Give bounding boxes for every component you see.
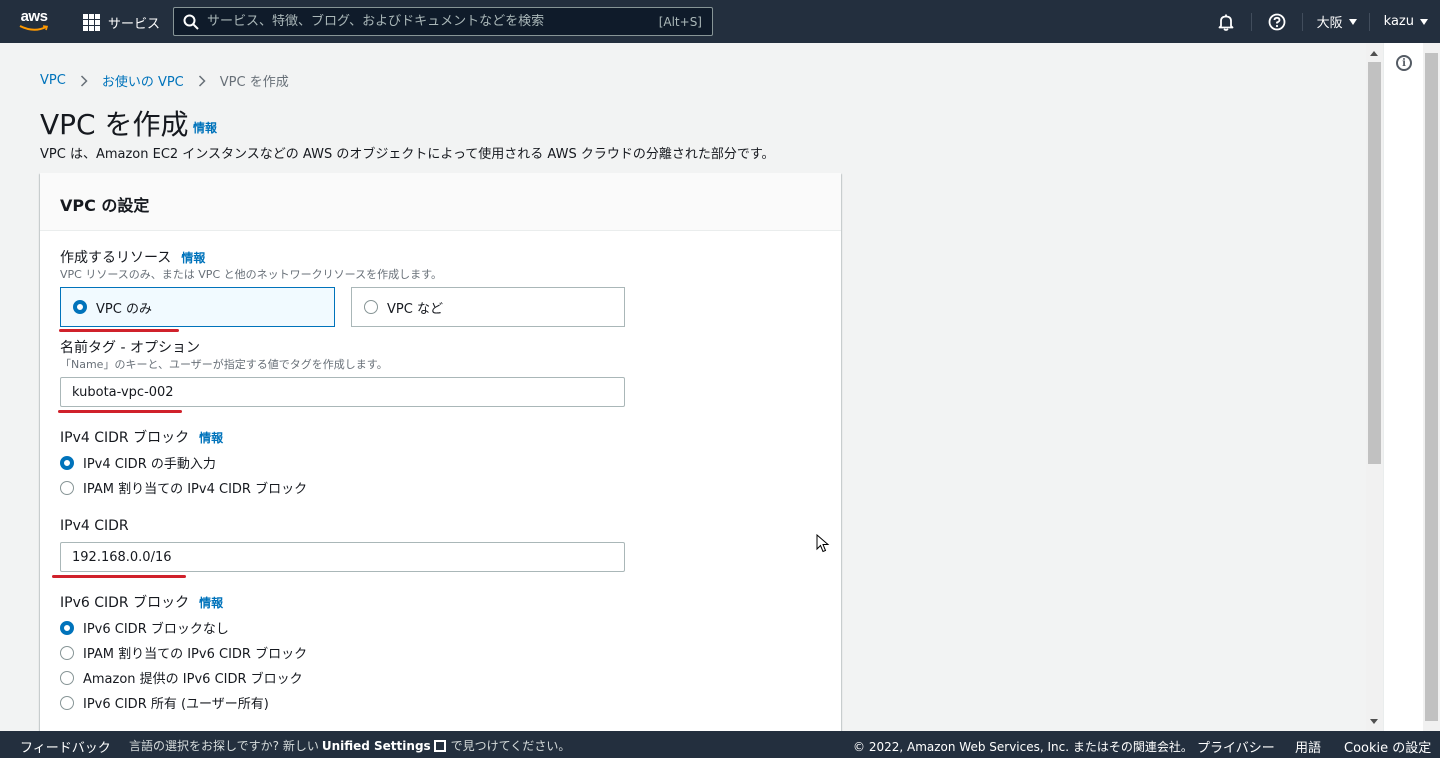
ipv6-option-owned[interactable]: IPv6 CIDR 所有 (ユーザー所有) — [60, 693, 269, 712]
name-tag-input[interactable] — [60, 377, 625, 407]
help-icon — [1268, 13, 1286, 30]
ipv6-option-label: IPv6 CIDR ブロックなし — [83, 622, 229, 637]
ipv4-option-ipam[interactable]: IPAM 割り当ての IPv4 CIDR ブロック — [60, 478, 307, 497]
page-scrollbar[interactable] — [1366, 43, 1383, 731]
radio-unchecked-icon — [364, 300, 378, 314]
help-button[interactable] — [1252, 0, 1302, 43]
scrollbar-thumb[interactable] — [1368, 62, 1381, 464]
region-label: 大阪 — [1316, 16, 1343, 31]
aws-logo[interactable]: aws — [16, 9, 52, 35]
privacy-link[interactable]: プライバシー — [1197, 737, 1275, 756]
language-notice: 言語の選択をお探しですか? 新しい Unified Settings で見つけて… — [129, 737, 570, 754]
tools-panel: i — [1383, 43, 1440, 731]
bell-icon — [1218, 14, 1234, 31]
tools-scrollbar[interactable] — [1423, 43, 1440, 731]
ipv6-option-label: Amazon 提供の IPv6 CIDR ブロック — [83, 672, 303, 687]
aws-logo-text: aws — [20, 8, 48, 25]
chevron-right-icon — [198, 74, 206, 87]
ipv6-option-ipam[interactable]: IPAM 割り当ての IPv6 CIDR ブロック — [60, 643, 307, 662]
resources-label: 作成するリソース — [60, 250, 172, 266]
page-description: VPC は、Amazon EC2 インスタンスなどの AWS のオブジェクトによ… — [40, 147, 775, 162]
ipv6-block-info-link[interactable]: 情報 — [199, 596, 223, 610]
ipv4-cidr-label: IPv4 CIDR — [60, 518, 129, 534]
feedback-link[interactable]: フィードバック — [20, 737, 111, 756]
radio-unchecked-icon — [60, 670, 74, 685]
terms-link[interactable]: 用語 — [1295, 737, 1321, 756]
annotation-underline — [52, 575, 186, 578]
ipv6-block-label-row: IPv6 CIDR ブロック 情報 — [60, 592, 223, 612]
page-title: VPC を作成 — [40, 108, 189, 141]
ipv6-block-label: IPv6 CIDR ブロック — [60, 595, 190, 611]
scroll-down-arrow-icon[interactable] — [1370, 719, 1378, 724]
grid-icon — [83, 13, 100, 31]
language-notice-prefix: 言語の選択をお探しですか? 新しい — [129, 739, 319, 753]
tools-scrollbar-thumb[interactable] — [1425, 53, 1438, 721]
external-link-icon — [433, 739, 446, 752]
resources-label-row: 作成するリソース 情報 — [60, 247, 205, 267]
ipv4-option-manual[interactable]: IPv4 CIDR の手動入力 — [60, 453, 216, 472]
top-navigation: aws サービス [Alt+S] — [0, 0, 1440, 43]
breadcrumb-your-vpcs[interactable]: お使いの VPC — [102, 71, 184, 90]
search-shortcut-hint: [Alt+S] — [658, 14, 702, 29]
resources-description: VPC リソースのみ、または VPC と他のネットワークリソースを作成します。 — [60, 268, 442, 281]
radio-checked-icon — [73, 300, 87, 314]
ipv6-option-label: IPv6 CIDR 所有 (ユーザー所有) — [83, 697, 269, 712]
breadcrumb-current: VPC を作成 — [219, 75, 289, 90]
ipv4-block-label: IPv4 CIDR ブロック — [60, 430, 190, 446]
copyright-text: © 2022, Amazon Web Services, Inc. またはその関… — [853, 740, 1193, 754]
ipv4-block-info-link[interactable]: 情報 — [199, 431, 223, 445]
resource-option-label: VPC など — [387, 301, 443, 317]
services-label: サービス — [108, 16, 161, 32]
services-menu-button[interactable]: サービス — [83, 11, 160, 33]
unified-settings-link[interactable]: Unified Settings — [322, 739, 431, 753]
vpc-settings-panel: VPC の設定 作成するリソース 情報 VPC リソースのみ、または VPC と他… — [40, 173, 841, 731]
radio-checked-icon — [60, 455, 74, 470]
panel-header: VPC の設定 — [40, 173, 841, 231]
ipv4-option-label: IPv4 CIDR の手動入力 — [83, 457, 216, 472]
account-menu[interactable]: kazu — [1370, 0, 1440, 43]
caret-down-icon — [1348, 18, 1357, 25]
breadcrumb: VPC お使いの VPC VPC を作成 — [40, 71, 289, 90]
resource-option-vpc-only[interactable]: VPC のみ — [60, 287, 335, 327]
cookie-settings-link[interactable]: Cookie の設定 — [1344, 737, 1431, 756]
ipv6-option-amazon[interactable]: Amazon 提供の IPv6 CIDR ブロック — [60, 668, 303, 687]
search-input[interactable] — [207, 14, 659, 29]
radio-unchecked-icon — [60, 645, 74, 660]
scroll-up-arrow-icon[interactable] — [1370, 51, 1378, 56]
panel-title: VPC の設定 — [60, 196, 150, 215]
radio-checked-icon — [60, 620, 74, 635]
search-bar[interactable]: [Alt+S] — [173, 7, 713, 36]
ipv4-option-label: IPAM 割り当ての IPv4 CIDR ブロック — [83, 482, 308, 497]
caret-down-icon — [1420, 18, 1428, 25]
ipv6-option-label: IPAM 割り当ての IPv6 CIDR ブロック — [83, 647, 308, 662]
notifications-button[interactable] — [1201, 0, 1251, 43]
ipv6-option-none[interactable]: IPv6 CIDR ブロックなし — [60, 618, 229, 637]
main-content: VPC お使いの VPC VPC を作成 VPC を作成 情報 VPC は、Am… — [0, 43, 1366, 731]
search-icon — [183, 14, 199, 30]
ipv4-cidr-input[interactable] — [60, 542, 625, 572]
page-info-link[interactable]: 情報 — [193, 119, 217, 136]
language-notice-suffix: で見つけてください。 — [450, 739, 571, 753]
resource-option-vpc-and-more[interactable]: VPC など — [351, 287, 625, 327]
annotation-underline — [59, 329, 179, 332]
radio-unchecked-icon — [60, 695, 74, 710]
ipv4-block-label-row: IPv4 CIDR ブロック 情報 — [60, 427, 223, 447]
info-circle-icon[interactable]: i — [1396, 55, 1412, 71]
nav-right-group: 大阪 kazu — [1201, 0, 1440, 43]
chevron-right-icon — [80, 74, 88, 87]
footer: フィードバック 言語の選択をお探しですか? 新しい Unified Settin… — [0, 731, 1440, 758]
name-tag-label: 名前タグ - オプション — [60, 340, 200, 356]
radio-unchecked-icon — [60, 480, 74, 495]
region-selector[interactable]: 大阪 — [1303, 0, 1369, 43]
resource-option-label: VPC のみ — [96, 301, 152, 317]
breadcrumb-vpc[interactable]: VPC — [40, 73, 66, 88]
account-username: kazu — [1383, 14, 1414, 29]
annotation-underline — [58, 410, 182, 413]
name-tag-description: 「Name」のキーと、ユーザーが指定する値でタグを作成します。 — [60, 358, 388, 371]
mouse-cursor-icon — [816, 534, 830, 553]
aws-smile-icon — [19, 25, 49, 31]
resources-info-link[interactable]: 情報 — [181, 251, 205, 265]
